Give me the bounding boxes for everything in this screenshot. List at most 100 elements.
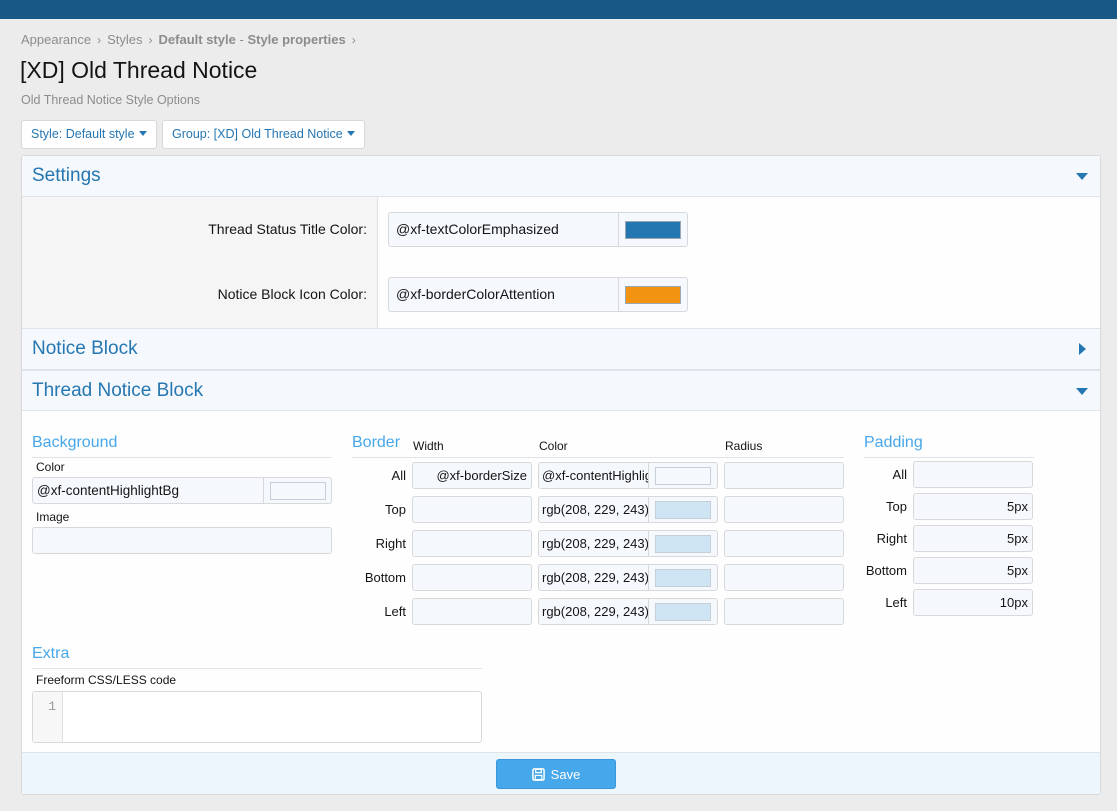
notice-block-icon-color-value[interactable]: @xf-borderColorAttention (389, 278, 619, 311)
notice-block-section-title: Notice Block (32, 338, 138, 359)
padding-top-label: Top (886, 499, 907, 514)
freeform-css-editor[interactable]: 1 (32, 691, 482, 743)
border-bottom-width-input[interactable] (412, 564, 532, 591)
settings-label-column: Thread Status Title Color: Notice Block … (22, 197, 378, 328)
border-right-radius-input[interactable] (724, 530, 844, 557)
border-all-color-input[interactable]: @xf-contentHighlightBg (538, 462, 718, 489)
freeform-css-label: Freeform CSS/LESS code (36, 673, 177, 687)
style-filter-label: Style: Default style (31, 127, 135, 141)
background-color-label: Color (36, 460, 65, 474)
border-top-label: Top (385, 502, 406, 517)
style-filter-button[interactable]: Style: Default style (21, 120, 157, 149)
caret-down-icon (346, 131, 355, 137)
color-swatch (655, 534, 711, 553)
page-description: Old Thread Notice Style Options (21, 93, 201, 107)
border-all-color-value[interactable]: @xf-contentHighlightBg (539, 463, 649, 488)
group-filter-button[interactable]: Group: [XD] Old Thread Notice (162, 120, 365, 149)
padding-bottom-label: Bottom (865, 563, 907, 578)
border-left-color-input[interactable]: rgb(208, 229, 243) (538, 598, 718, 625)
padding-left-input[interactable]: 10px (913, 589, 1033, 616)
breadcrumb: Appearance › Styles › Default style - St… (21, 32, 356, 47)
border-left-width-input[interactable] (412, 598, 532, 625)
color-swatch (625, 220, 681, 239)
color-swatch (655, 500, 711, 519)
background-image-label: Image (36, 510, 70, 524)
style-properties-block: Settings Thread Status Title Color: Noti… (21, 155, 1101, 795)
breadcrumb-default-style[interactable]: Default style - Style properties (159, 32, 346, 47)
color-picker-button[interactable] (649, 531, 717, 556)
chevron-right-icon: › (148, 32, 153, 47)
divider (32, 668, 482, 669)
save-button-label: Save (550, 766, 581, 782)
color-picker-button[interactable] (619, 213, 687, 246)
border-right-color-value[interactable]: rgb(208, 229, 243) (539, 531, 649, 556)
breadcrumb-appearance[interactable]: Appearance (21, 32, 91, 47)
border-bottom-color-input[interactable]: rgb(208, 229, 243) (538, 564, 718, 591)
border-heading: Border (352, 434, 401, 451)
border-all-label: All (391, 468, 406, 483)
line-number: 1 (33, 692, 63, 742)
color-swatch (269, 481, 326, 500)
divider (32, 457, 332, 458)
border-top-color-value[interactable]: rgb(208, 229, 243) (539, 497, 649, 522)
border-top-width-input[interactable] (412, 496, 532, 523)
save-button[interactable]: Save (496, 759, 616, 789)
breadcrumb-styles[interactable]: Styles (107, 32, 142, 47)
color-picker-button[interactable] (649, 565, 717, 590)
color-picker-button[interactable] (649, 497, 717, 522)
padding-right-input[interactable]: 5px (913, 525, 1033, 552)
border-left-radius-input[interactable] (724, 598, 844, 625)
color-swatch (655, 602, 711, 621)
border-all-radius-input[interactable] (724, 462, 844, 489)
padding-all-label: All (892, 467, 907, 482)
padding-bottom-input[interactable]: 5px (913, 557, 1033, 584)
group-filter-label: Group: [XD] Old Thread Notice (172, 127, 343, 141)
padding-left-label: Left (885, 595, 907, 610)
color-swatch (655, 568, 711, 587)
page-title: [XD] Old Thread Notice (20, 57, 258, 83)
breadcrumb-dash: - (239, 32, 244, 47)
thread-status-title-color-label: Thread Status Title Color: (208, 221, 367, 237)
settings-section-title: Settings (32, 165, 101, 186)
background-image-input[interactable] (32, 527, 332, 554)
color-picker-button[interactable] (649, 463, 717, 488)
thread-status-title-color-input[interactable]: @xf-textColorEmphasized (388, 212, 688, 247)
thread-notice-block-section-title: Thread Notice Block (32, 380, 204, 401)
background-color-value[interactable]: @xf-contentHighlightBg (33, 478, 264, 503)
border-left-label: Left (384, 604, 406, 619)
caret-down-icon (138, 131, 147, 137)
color-picker-button[interactable] (264, 478, 331, 503)
border-left-color-value[interactable]: rgb(208, 229, 243) (539, 599, 649, 624)
top-bar (0, 0, 1117, 19)
breadcrumb-style-name: Default style (158, 32, 236, 47)
padding-top-input[interactable]: 5px (913, 493, 1033, 520)
notice-block-section-header[interactable]: Notice Block (22, 328, 1100, 370)
settings-section-header[interactable]: Settings (22, 156, 1100, 197)
border-all-width-input[interactable]: @xf-borderSize (412, 462, 532, 489)
border-right-label: Right (375, 536, 406, 551)
color-swatch (655, 466, 711, 485)
border-bottom-radius-input[interactable] (724, 564, 844, 591)
notice-block-icon-color-label: Notice Block Icon Color: (217, 286, 367, 302)
border-color-column-label: Color (539, 439, 568, 453)
expand-arrow-icon[interactable] (1079, 343, 1086, 355)
border-top-color-input[interactable]: rgb(208, 229, 243) (538, 496, 718, 523)
color-picker-button[interactable] (619, 278, 687, 311)
padding-all-input[interactable] (913, 461, 1033, 488)
extra-heading: Extra (32, 645, 70, 662)
border-bottom-color-value[interactable]: rgb(208, 229, 243) (539, 565, 649, 590)
border-right-width-input[interactable] (412, 530, 532, 557)
padding-right-label: Right (876, 531, 907, 546)
notice-block-icon-color-input[interactable]: @xf-borderColorAttention (388, 277, 688, 312)
form-footer: Save (22, 752, 1100, 794)
collapse-arrow-icon[interactable] (1076, 388, 1088, 395)
thread-status-title-color-value[interactable]: @xf-textColorEmphasized (389, 213, 619, 246)
collapse-arrow-icon[interactable] (1076, 173, 1088, 180)
padding-heading: Padding (864, 434, 923, 451)
border-top-radius-input[interactable] (724, 496, 844, 523)
border-right-color-input[interactable]: rgb(208, 229, 243) (538, 530, 718, 557)
thread-notice-block-section-header[interactable]: Thread Notice Block (22, 370, 1100, 411)
color-picker-button[interactable] (649, 599, 717, 624)
background-color-input[interactable]: @xf-contentHighlightBg (32, 477, 332, 504)
save-icon (531, 767, 545, 781)
